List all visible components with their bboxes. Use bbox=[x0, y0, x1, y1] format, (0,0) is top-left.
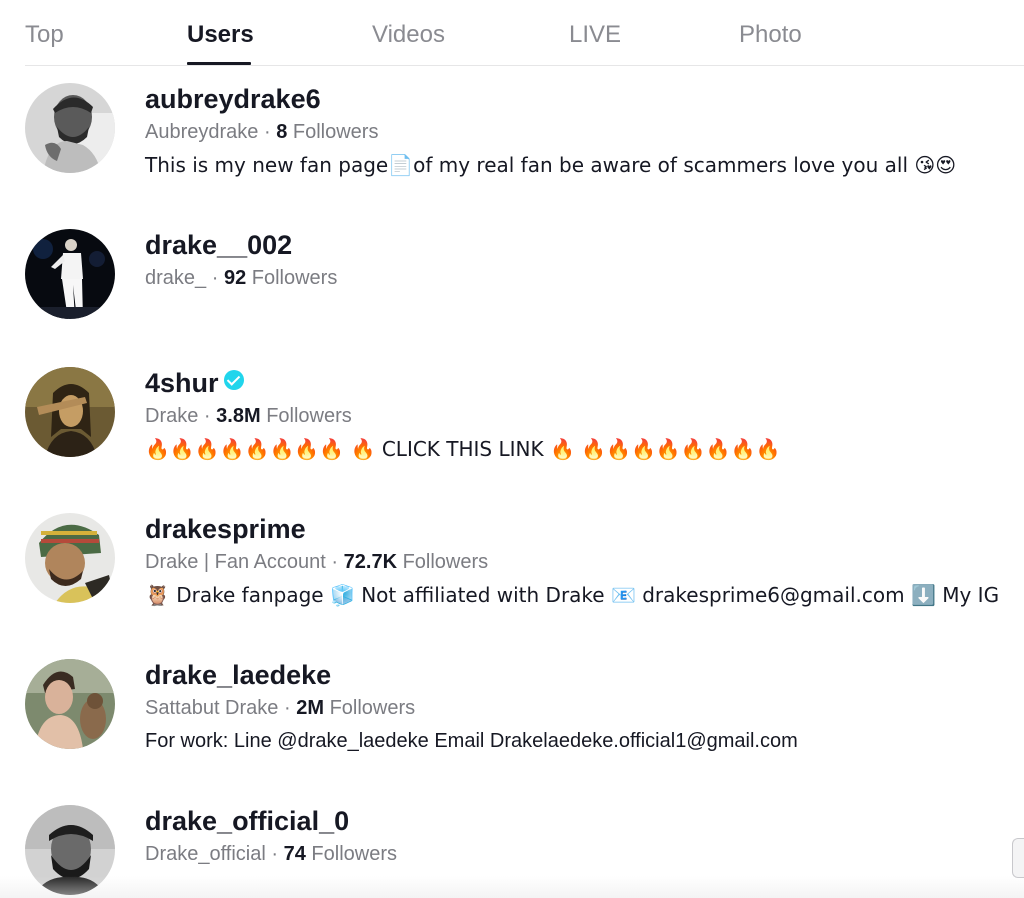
verified-check-icon bbox=[223, 370, 244, 390]
avatar[interactable] bbox=[25, 659, 115, 749]
follower-count: 74 bbox=[283, 843, 306, 865]
follower-count: 2M bbox=[296, 697, 325, 719]
nickname: Drake bbox=[145, 405, 199, 427]
tab-photo[interactable]: Photo bbox=[739, 20, 802, 50]
followers-label: Followers bbox=[266, 405, 352, 427]
user-bio: 🔥🔥🔥🔥🔥🔥🔥🔥 🔥 CLICK THIS LINK 🔥 🔥🔥🔥🔥🔥🔥🔥🔥 bbox=[145, 437, 781, 461]
nickname: Drake | Fan Account bbox=[145, 551, 326, 573]
user-meta: Drake · 3.8M Followers bbox=[145, 403, 352, 429]
search-tabs: Top Users Videos LIVE Photo bbox=[0, 0, 1024, 66]
user-bio: 🦉 Drake fanpage 🧊 Not affiliated with Dr… bbox=[145, 583, 1000, 607]
user-result-item[interactable]: drake_laedeke Sattabut Drake · 2M Follow… bbox=[0, 642, 1024, 788]
follower-count: 92 bbox=[223, 267, 247, 289]
tab-live[interactable]: LIVE bbox=[569, 20, 621, 50]
user-result-item[interactable]: drakesprime Drake | Fan Account · 72.7K … bbox=[0, 496, 1024, 642]
username[interactable]: drake_laedeke bbox=[145, 659, 331, 691]
username[interactable]: drakesprime bbox=[145, 513, 306, 545]
meta-separator: · bbox=[271, 843, 279, 865]
user-meta: drake_ · 92 Followers bbox=[145, 265, 337, 291]
nickname: Drake_official bbox=[145, 843, 266, 865]
tab-videos[interactable]: Videos bbox=[372, 20, 445, 50]
followers-label: Followers bbox=[292, 121, 379, 143]
tab-top[interactable]: Top bbox=[25, 20, 64, 50]
follower-count: 72.7K bbox=[343, 551, 398, 573]
meta-separator: · bbox=[331, 551, 339, 573]
avatar[interactable] bbox=[25, 83, 115, 173]
meta-separator: · bbox=[263, 121, 271, 143]
username[interactable]: drake__002 bbox=[145, 229, 292, 261]
nickname: drake_ bbox=[145, 267, 207, 289]
meta-separator: · bbox=[283, 697, 291, 719]
nickname: Sattabut Drake bbox=[145, 697, 279, 719]
tab-users[interactable]: Users bbox=[187, 20, 254, 50]
user-result-item[interactable]: 4shur Drake · 3.8M Followers 🔥🔥🔥🔥🔥🔥🔥🔥 🔥 … bbox=[0, 350, 1024, 496]
followers-label: Followers bbox=[251, 267, 338, 289]
meta-separator: · bbox=[203, 405, 211, 427]
side-scroll-handle[interactable] bbox=[1012, 838, 1024, 878]
user-bio: For work: Line @drake_laedeke Email Drak… bbox=[145, 730, 798, 752]
username[interactable]: aubreydrake6 bbox=[145, 83, 321, 115]
avatar[interactable] bbox=[25, 367, 115, 457]
username-text: 4shur bbox=[145, 368, 219, 398]
user-meta: Drake | Fan Account · 72.7K Followers bbox=[145, 549, 488, 575]
username[interactable]: drake_official_0 bbox=[145, 805, 349, 837]
user-bio: This is my new fan page📄of my real fan b… bbox=[145, 153, 957, 177]
avatar[interactable] bbox=[25, 513, 115, 603]
user-result-item[interactable]: drake__002 drake_ · 92 Followers bbox=[0, 212, 1024, 358]
user-meta: Drake_official · 74 Followers bbox=[145, 841, 397, 867]
follower-count: 3.8M bbox=[216, 405, 261, 427]
follower-count: 8 bbox=[276, 121, 288, 143]
followers-label: Followers bbox=[311, 843, 397, 865]
nickname: Aubreydrake bbox=[145, 121, 259, 143]
user-result-item[interactable]: drake_official_0 Drake_official · 74 Fol… bbox=[0, 788, 1024, 898]
avatar[interactable] bbox=[25, 229, 115, 319]
followers-label: Followers bbox=[329, 697, 416, 719]
avatar[interactable] bbox=[25, 805, 115, 895]
user-result-item[interactable]: aubreydrake6 Aubreydrake · 8 Followers T… bbox=[0, 66, 1024, 212]
user-meta: Sattabut Drake · 2M Followers bbox=[145, 695, 415, 721]
followers-label: Followers bbox=[402, 551, 489, 573]
user-meta: Aubreydrake · 8 Followers bbox=[145, 119, 378, 145]
username[interactable]: 4shur bbox=[145, 367, 244, 399]
meta-separator: · bbox=[211, 267, 219, 289]
